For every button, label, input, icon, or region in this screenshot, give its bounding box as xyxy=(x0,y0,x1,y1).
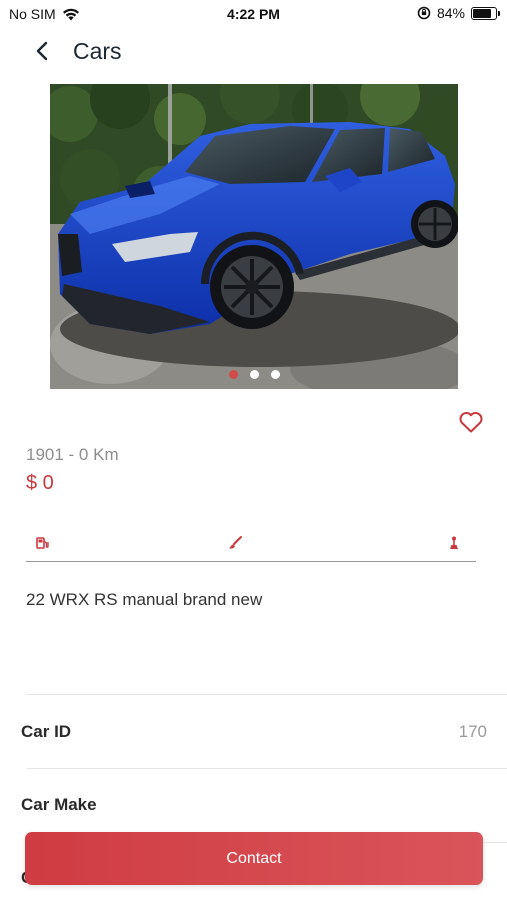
gear-shift-icon xyxy=(450,536,458,549)
car-photo-carousel[interactable] xyxy=(50,84,458,389)
orientation-lock-icon xyxy=(417,6,431,20)
carousel-dot-3[interactable] xyxy=(270,370,280,379)
divider xyxy=(26,694,507,695)
divider xyxy=(26,768,507,769)
listing-subtitle: 1901 - 0 Km xyxy=(26,445,119,464)
page-title: Cars xyxy=(73,38,122,64)
fuel-pump-icon xyxy=(36,537,49,549)
contact-button[interactable]: Contact xyxy=(25,832,483,885)
carousel-dot-1[interactable] xyxy=(228,370,238,379)
car-photo xyxy=(50,84,458,389)
detail-label-car-id: Car ID xyxy=(21,722,72,741)
battery-icon xyxy=(471,6,500,20)
status-bar: No SIM 4:22 PM 84% xyxy=(0,0,507,30)
paint-brush-icon xyxy=(229,536,242,549)
listing-description: 22 WRX RS manual brand new xyxy=(26,590,263,609)
navigation-bar: Cars xyxy=(0,30,507,74)
carousel-dot-2[interactable] xyxy=(249,370,259,379)
battery-percent: 84% xyxy=(436,5,465,21)
listing-price: $ 0 xyxy=(26,472,54,494)
status-right: 84% xyxy=(417,5,500,21)
back-button[interactable] xyxy=(28,36,58,66)
detail-label-car-make: Car Make xyxy=(21,795,97,814)
heart-outline-icon[interactable] xyxy=(458,410,484,434)
detail-value-car-id: 170 xyxy=(458,722,487,741)
carousel-pagination xyxy=(50,370,458,379)
feature-icon-row xyxy=(26,532,476,562)
battery-fill xyxy=(473,8,492,18)
